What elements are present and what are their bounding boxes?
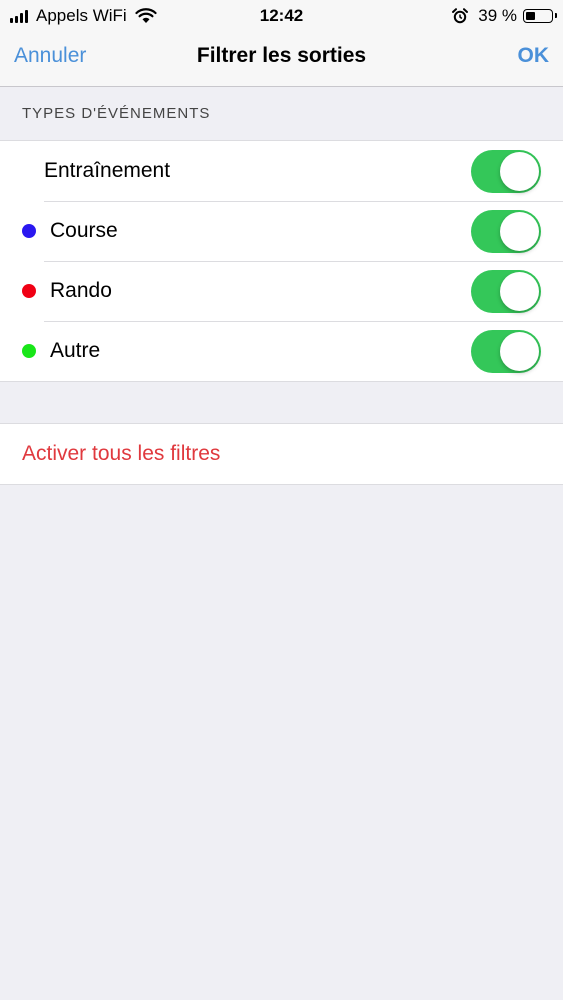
- row-label-course: Course: [50, 219, 118, 242]
- toggle-rando[interactable]: [471, 270, 541, 313]
- color-dot-rando: [22, 284, 36, 298]
- toggle-course[interactable]: [471, 210, 541, 253]
- page-title: Filtrer les sorties: [196, 44, 367, 67]
- ok-button[interactable]: OK: [518, 44, 550, 68]
- color-dot-autre: [22, 344, 36, 358]
- section-header-event-types: TYPES D'ÉVÉNEMENTS: [22, 105, 211, 122]
- toggle-knob: [500, 152, 539, 191]
- row-rando: Rando: [0, 261, 563, 321]
- enable-all-filters-button[interactable]: Activer tous les filtres: [22, 442, 220, 466]
- row-course: Course: [0, 201, 563, 261]
- row-label-rando: Rando: [50, 279, 112, 302]
- toggle-autre[interactable]: [471, 330, 541, 373]
- enable-all-filters-row[interactable]: Activer tous les filtres: [0, 424, 563, 484]
- navigation-bar: Annuler Filtrer les sorties OK: [0, 30, 563, 87]
- row-entrainement: Entraînement: [0, 141, 563, 201]
- row-label-autre: Autre: [50, 339, 101, 362]
- toggle-knob: [500, 272, 539, 311]
- actions-group: Activer tous les filtres: [0, 423, 563, 485]
- event-types-list: Entraînement Course Rando Autre: [0, 140, 563, 382]
- status-bar: Appels WiFi 12:42 39 %: [0, 0, 563, 30]
- battery-percentage: 39 %: [478, 6, 517, 25]
- status-right: 39 %: [452, 6, 557, 26]
- alarm-icon: [452, 8, 469, 24]
- toggle-entrainement[interactable]: [471, 150, 541, 193]
- toggle-knob: [500, 332, 539, 371]
- battery-level: [526, 12, 535, 20]
- row-label-entrainement: Entraînement: [44, 159, 171, 182]
- toggle-knob: [500, 212, 539, 251]
- row-autre: Autre: [0, 321, 563, 381]
- color-dot-course: [22, 224, 36, 238]
- battery-icon: [523, 9, 557, 23]
